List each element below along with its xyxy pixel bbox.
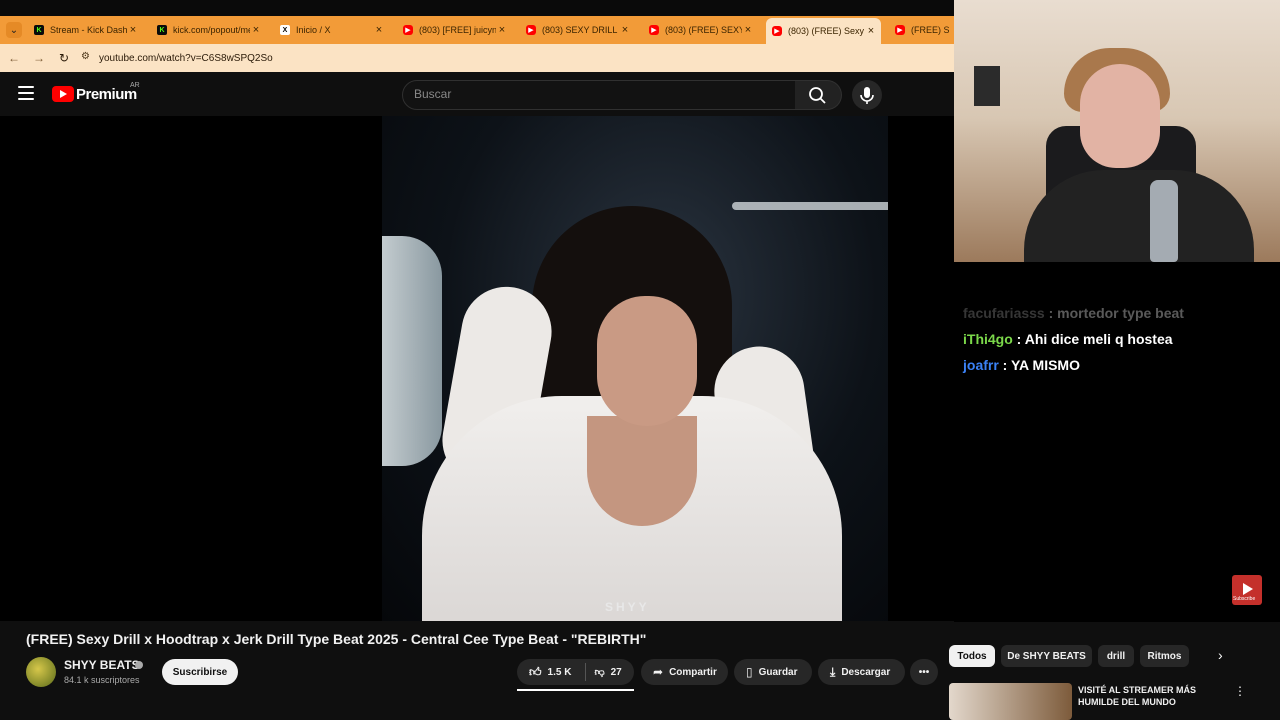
youtube-logo-icon[interactable] [52, 86, 74, 102]
chip-beats[interactable]: Ritmos [1140, 645, 1189, 667]
streamer-webcam [954, 0, 1280, 262]
browser-tab[interactable]: K kick.com/popout/meli × [151, 19, 266, 41]
youtube-favicon-icon: ▶ [649, 25, 659, 35]
save-button[interactable]: ▯ Guardar [734, 659, 812, 685]
window-top-strip [0, 0, 954, 16]
subscribe-badge-label: Subscribe [1233, 596, 1256, 602]
microphone-icon [860, 87, 874, 104]
tab-close-icon[interactable]: × [742, 24, 754, 36]
tab-close-icon[interactable]: × [619, 24, 631, 36]
tab-close-icon[interactable]: × [373, 24, 385, 36]
search-input[interactable] [402, 80, 796, 110]
url-field[interactable]: youtube.com/watch?v=C6S8wSPQ2So [99, 53, 273, 64]
share-icon: ➦ [653, 665, 664, 679]
youtube-favicon-icon: ▶ [526, 25, 536, 35]
search-icon [809, 87, 826, 104]
chat-message: joafrr : YA MISMO [963, 357, 1080, 373]
like-count[interactable]: 1.5 K [548, 667, 572, 678]
recommendation-title[interactable]: VISITÉ AL STREAMER MÁS HUMILDE DEL MUNDO [1078, 684, 1218, 708]
search-placeholder: Buscar [414, 87, 452, 101]
address-bar-row: ← → ↻ ⚙ youtube.com/watch?v=C6S8wSPQ2So [0, 44, 954, 72]
youtube-favicon-icon: ▶ [772, 26, 782, 36]
chat-message: facufariasss : mortedor type beat [963, 305, 1184, 321]
youtube-favicon-icon: ▶ [403, 25, 413, 35]
browser-tab[interactable]: ▶ (FREE) SEXY [889, 19, 949, 41]
recommendation-thumbnail[interactable] [949, 683, 1072, 720]
bookmark-icon: ▯ [746, 665, 753, 679]
youtube-favicon-icon: ▶ [895, 25, 905, 35]
voice-search-button[interactable] [852, 80, 882, 110]
dislike-count[interactable]: 27 [611, 667, 622, 678]
chevron-right-icon[interactable]: › [1218, 647, 1223, 663]
chip-all[interactable]: Todos [949, 645, 995, 667]
subscribe-button[interactable]: Suscribirse [162, 659, 238, 685]
more-actions-button[interactable]: ••• [910, 659, 938, 685]
tab-title: Inicio / X [296, 25, 331, 35]
browser-tab[interactable]: ▶ (803) SEXY DRILL TYPE × [520, 19, 635, 41]
browser-tab[interactable]: ▶ (803) [FREE] juicynise × [397, 19, 512, 41]
forward-arrow-icon[interactable]: → [28, 51, 50, 65]
browser-tab[interactable]: K Stream - Kick Dashboard × [28, 19, 143, 41]
chip-drill[interactable]: drill [1098, 645, 1134, 667]
more-horizontal-icon: ••• [918, 666, 930, 678]
channel-name[interactable]: SHYY BEATS [64, 658, 140, 672]
kick-favicon-icon: K [34, 25, 44, 35]
download-button[interactable]: ⤓ Descargar [818, 659, 905, 685]
chip-channel[interactable]: De SHYY BEATS [1001, 645, 1092, 667]
kick-favicon-icon: K [157, 25, 167, 35]
share-label: Compartir [669, 666, 717, 678]
subscriber-count: 84.1 k suscriptores [64, 675, 140, 685]
tab-title: (803) (FREE) Sexy Drill [788, 26, 865, 36]
chat-text: Ahi dice meli q hostea [1024, 331, 1173, 347]
youtube-brand[interactable]: Premium [76, 86, 137, 103]
region-code: AR [130, 82, 140, 89]
reload-icon[interactable]: ↻ [53, 51, 75, 65]
like-dislike-group: 👍︎ 1.5 K 👎︎ 27 [517, 659, 634, 685]
download-label: Descargar [841, 666, 891, 678]
tab-title: Stream - Kick Dashboard [50, 25, 127, 35]
channel-avatar[interactable] [26, 657, 56, 687]
chat-user: joafrr [963, 357, 999, 373]
chat-text: YA MISMO [1011, 357, 1080, 373]
tab-title: kick.com/popout/meli [173, 25, 250, 35]
tab-title: (803) (FREE) SEXY DRILL [665, 25, 742, 35]
search-button[interactable] [795, 80, 842, 110]
tab-title: (803) [FREE] juicynise [419, 25, 496, 35]
browser-tab-active[interactable]: ▶ (803) (FREE) Sexy Drill × [766, 18, 881, 44]
verified-check-icon [135, 661, 143, 669]
tab-search-chevron-icon[interactable]: ⌄ [6, 22, 22, 38]
chat-user: iThi4go [963, 331, 1013, 347]
browser-tab-bar: ⌄ K Stream - Kick Dashboard × K kick.com… [0, 16, 954, 44]
tab-close-icon[interactable]: × [250, 24, 262, 36]
x-favicon-icon: X [280, 25, 290, 35]
more-vertical-icon[interactable]: ⋮ [1234, 684, 1246, 698]
download-icon: ⤓ [830, 664, 836, 679]
like-ratio-bar [517, 689, 634, 691]
thumbs-up-icon[interactable]: 👍︎ [529, 665, 542, 680]
share-button[interactable]: ➦ Compartir [641, 659, 728, 685]
chat-message: iThi4go : Ahi dice meli q hostea [963, 331, 1173, 347]
tab-close-icon[interactable]: × [865, 25, 877, 37]
save-label: Guardar [758, 666, 798, 678]
video-watermark: SHYY [605, 600, 650, 614]
thumbs-down-icon[interactable]: 👎︎ [594, 666, 604, 678]
tab-title: (803) SEXY DRILL TYPE [542, 25, 619, 35]
back-arrow-icon[interactable]: ← [3, 51, 25, 65]
browser-tab[interactable]: X Inicio / X × [274, 19, 389, 41]
hamburger-menu-icon[interactable] [18, 86, 34, 100]
video-frame[interactable] [382, 116, 888, 621]
video-title: (FREE) Sexy Drill x Hoodtrap x Jerk Dril… [26, 631, 647, 647]
browser-tab[interactable]: ▶ (803) (FREE) SEXY DRILL × [643, 19, 758, 41]
chat-text: mortedor type beat [1057, 305, 1184, 321]
tab-close-icon[interactable]: × [496, 24, 508, 36]
divider [585, 663, 587, 681]
tab-title: (FREE) SEXY [911, 25, 949, 35]
tab-close-icon[interactable]: × [127, 24, 139, 36]
chat-user: facufariasss [963, 305, 1045, 321]
site-settings-icon[interactable]: ⚙ [81, 51, 95, 65]
